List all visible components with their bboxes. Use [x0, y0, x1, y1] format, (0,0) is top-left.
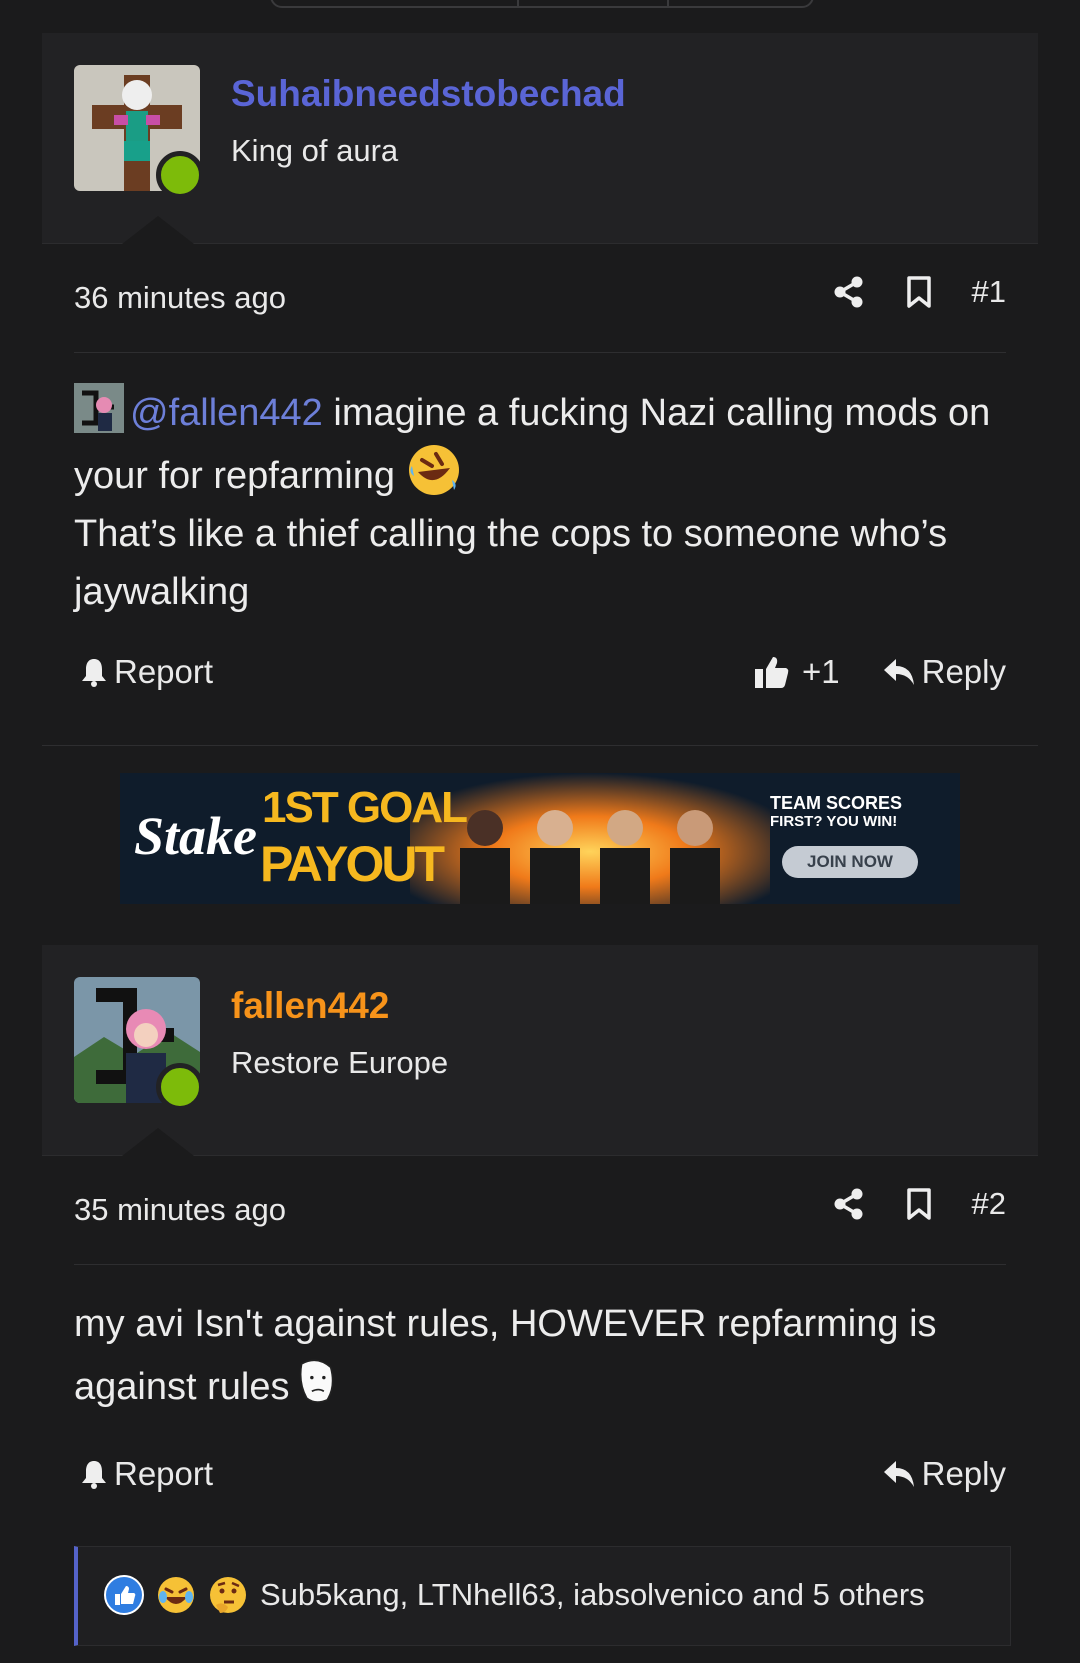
- report-button[interactable]: Report: [80, 1455, 213, 1493]
- header-pointer: [122, 1128, 194, 1156]
- ad-tagline-2: FIRST? YOU WIN!: [770, 813, 898, 830]
- reply-button[interactable]: Reply: [882, 653, 1006, 691]
- thumbs-up-icon: [755, 657, 789, 688]
- user-title: Restore Europe: [231, 1045, 449, 1080]
- ad-headline-1: 1ST GOAL: [262, 783, 468, 832]
- like-button[interactable]: +1: [754, 653, 840, 691]
- post-message: my avi Isn't against rules, HOWEVER repf…: [74, 1295, 1006, 1445]
- report-button[interactable]: Report: [80, 653, 213, 691]
- post-divider: [42, 745, 1038, 746]
- post-footer: Report +1 Reply: [74, 643, 1006, 703]
- post-timestamp[interactable]: 35 minutes ago: [74, 1192, 286, 1228]
- mention-avatar: [74, 383, 124, 433]
- user-mention-link[interactable]: @fallen442: [130, 392, 323, 434]
- share-icon[interactable]: [832, 275, 866, 309]
- reactions-bar[interactable]: Sub5kang, LTNhell63, iabsolvenico and 5 …: [74, 1546, 1011, 1646]
- user-title: King of aura: [231, 133, 399, 168]
- reply-label: Reply: [921, 653, 1006, 690]
- thinking-reaction-icon: [210, 1577, 246, 1613]
- crying-laughing-reaction-icon: [158, 1577, 194, 1613]
- reply-label: Reply: [921, 1455, 1006, 1492]
- username-link[interactable]: fallen442: [231, 985, 389, 1027]
- report-label: Report: [114, 1455, 214, 1492]
- bookmark-icon[interactable]: [902, 275, 936, 309]
- like-count: +1: [802, 653, 840, 690]
- reply-button[interactable]: Reply: [882, 1455, 1006, 1493]
- ad-brand-logo: Stake: [134, 806, 258, 866]
- report-label: Report: [114, 653, 214, 690]
- like-reaction-icon: [104, 1575, 144, 1615]
- post-1-user-header: Suhaibneedstobechad King of aura: [42, 33, 1038, 244]
- ad-banner[interactable]: Stake 1ST GOAL PAYOUT TEAM SCORES FIRST?…: [120, 773, 960, 904]
- username-link[interactable]: Suhaibneedstobechad: [231, 73, 626, 115]
- post-footer: Report Reply: [74, 1445, 1006, 1505]
- post-number-link[interactable]: #1: [972, 274, 1006, 310]
- ad-tagline-1: TEAM SCORES: [770, 793, 903, 813]
- post-1: Suhaibneedstobechad King of aura 36 minu…: [42, 33, 1038, 703]
- post-meta-row: 36 minutes ago #1: [74, 244, 1006, 353]
- wojak-face-emoji-icon: [293, 1353, 349, 1409]
- bookmark-icon[interactable]: [902, 1187, 936, 1221]
- header-pointer: [122, 216, 194, 244]
- top-tab-bar: [270, 0, 814, 8]
- bell-icon: [82, 659, 106, 687]
- share-icon[interactable]: [832, 1187, 866, 1221]
- reply-arrow-icon: [883, 659, 914, 685]
- reactions-summary-text[interactable]: Sub5kang, LTNhell63, iabsolvenico and 5 …: [260, 1577, 925, 1613]
- ad-cta-button[interactable]: JOIN NOW: [782, 846, 918, 878]
- ad-headline-2: PAYOUT: [260, 836, 445, 892]
- post-2: fallen442 Restore Europe 35 minutes ago …: [42, 945, 1038, 1505]
- rolling-on-floor-laughing-emoji-icon: [406, 442, 462, 498]
- bell-icon: [82, 1461, 106, 1489]
- post-number-link[interactable]: #2: [972, 1186, 1006, 1222]
- message-text-line2: That’s like a thief calling the cops to …: [74, 513, 948, 613]
- online-status-indicator: [156, 1063, 204, 1111]
- post-timestamp[interactable]: 36 minutes ago: [74, 280, 286, 316]
- online-status-indicator: [156, 151, 204, 199]
- reply-arrow-icon: [883, 1461, 914, 1487]
- message-text: my avi Isn't against rules, HOWEVER repf…: [74, 1303, 937, 1408]
- post-2-user-header: fallen442 Restore Europe: [42, 945, 1038, 1156]
- post-meta-row: 35 minutes ago #2: [74, 1156, 1006, 1265]
- post-message: @fallen442 imagine a fucking Nazi callin…: [74, 383, 1006, 643]
